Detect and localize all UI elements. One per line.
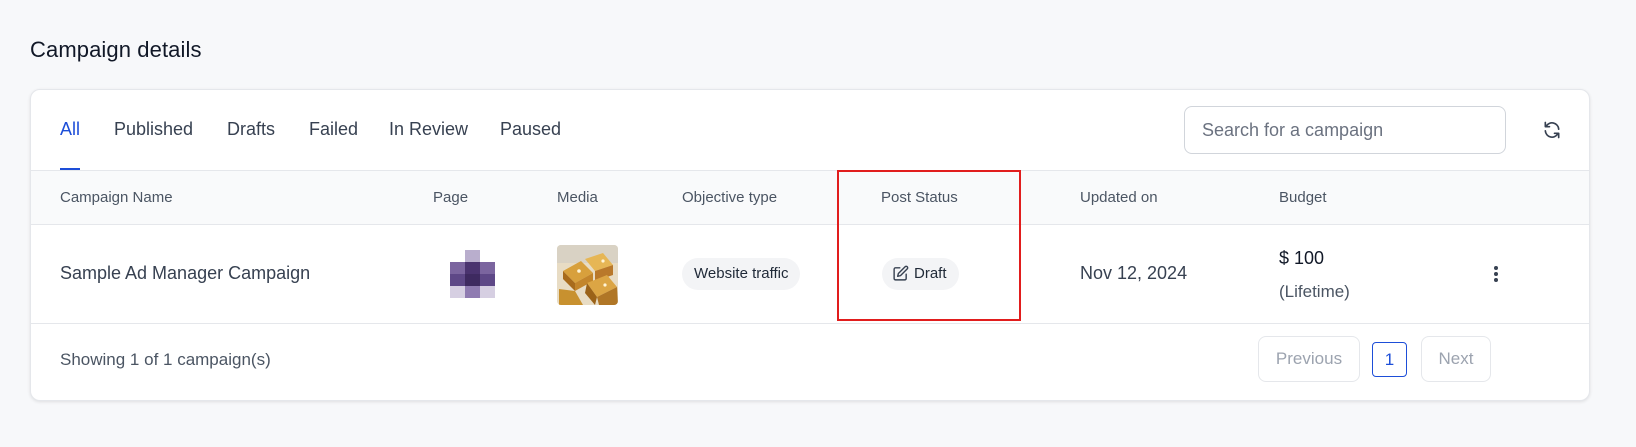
media-thumbnail	[557, 245, 618, 305]
budget-amount: $ 100	[1279, 248, 1325, 268]
table-header: Campaign Name Page Media Objective type …	[31, 171, 1589, 225]
post-status-label: Draft	[914, 265, 947, 282]
refresh-icon	[1544, 121, 1560, 139]
tab-in-review[interactable]: In Review	[389, 90, 468, 168]
campaign-name[interactable]: Sample Ad Manager Campaign	[60, 263, 310, 284]
table-row[interactable]: Sample Ad Manager Campaign Website traff…	[31, 225, 1589, 324]
more-options-icon[interactable]	[1486, 259, 1506, 289]
page-number-button[interactable]: 1	[1372, 342, 1407, 377]
tab-drafts[interactable]: Drafts	[227, 90, 275, 168]
budget-period: (Lifetime)	[1279, 282, 1350, 301]
budget-cell: $ 100 (Lifetime)	[1279, 247, 1350, 303]
next-button[interactable]: Next	[1421, 336, 1491, 382]
updated-on-date: Nov 12, 2024	[1080, 263, 1188, 283]
column-post-status: Post Status	[881, 189, 958, 206]
showing-count: Showing 1 of 1 campaign(s)	[60, 350, 271, 369]
objective-badge: Website traffic	[682, 258, 801, 290]
tab-paused[interactable]: Paused	[500, 90, 561, 168]
column-campaign-name: Campaign Name	[60, 189, 173, 206]
search-box	[1184, 106, 1506, 154]
column-page: Page	[433, 189, 469, 206]
tab-failed[interactable]: Failed	[309, 90, 358, 168]
column-updated-on: Updated on	[1080, 189, 1158, 206]
page-avatar	[450, 250, 495, 298]
tab-published[interactable]: Published	[114, 90, 193, 168]
refresh-button[interactable]	[1535, 113, 1569, 147]
post-status-badge: Draft	[882, 258, 959, 290]
search-input[interactable]	[1185, 107, 1505, 153]
tabs-bar: All Published Drafts Failed In Review Pa…	[31, 90, 1589, 171]
page-title: Campaign details	[30, 37, 202, 62]
column-budget: Budget	[1279, 189, 1327, 206]
campaign-table-card: All Published Drafts Failed In Review Pa…	[30, 89, 1590, 401]
table-footer: Showing 1 of 1 campaign(s) Previous 1 Ne…	[31, 324, 1589, 400]
column-media: Media	[557, 189, 598, 206]
edit-icon	[893, 265, 909, 281]
previous-button[interactable]: Previous	[1258, 336, 1360, 382]
column-objective-type: Objective type	[682, 189, 778, 206]
tab-all[interactable]: All	[60, 90, 81, 170]
